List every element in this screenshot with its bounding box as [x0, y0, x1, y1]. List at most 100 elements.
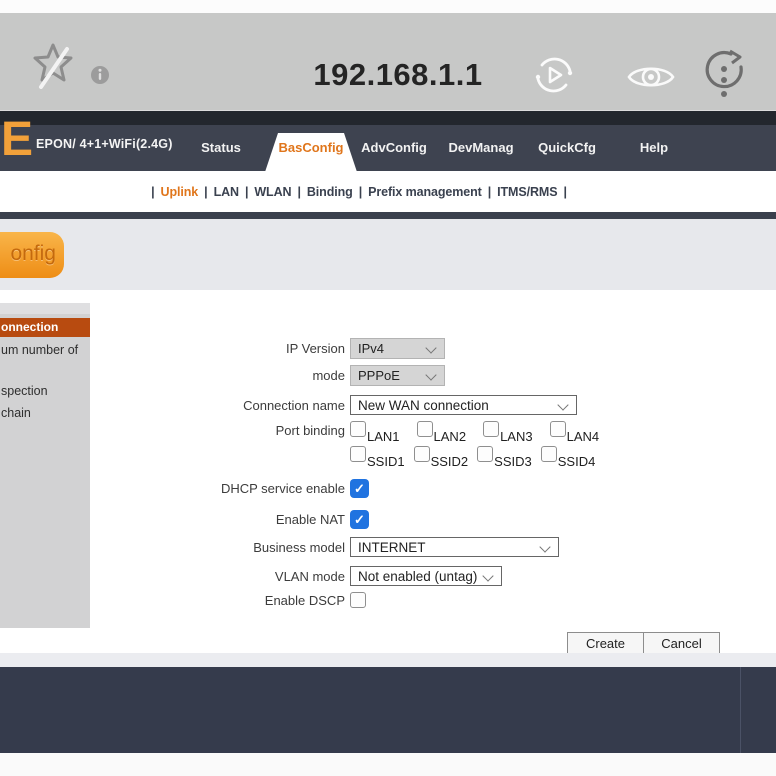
port-binding-option: SSID1: [350, 446, 405, 469]
chevron-down-icon: [557, 399, 568, 410]
separator: |: [488, 185, 491, 199]
router-admin-screen: 192.168.1.1 E EPON/ 4+1+WiFi(2.4G) Statu…: [0, 0, 776, 776]
chevron-down-icon: [482, 570, 493, 581]
cancel-button[interactable]: Cancel: [643, 632, 720, 654]
tab-help[interactable]: Help: [640, 140, 668, 155]
port-binding-option: LAN4: [550, 421, 600, 444]
ip-version-label: IP Version: [0, 341, 350, 356]
tab-quickcfg[interactable]: QuickCfg: [538, 140, 596, 155]
port-binding-option: LAN3: [483, 421, 533, 444]
subnav-item-wlan[interactable]: WLAN: [254, 185, 291, 199]
vlan-mode-label: VLAN mode: [0, 569, 350, 584]
ssid2-label: SSID2: [431, 454, 469, 469]
status-bar-gap: [0, 0, 776, 13]
enable-dscp-checkbox[interactable]: [350, 592, 366, 608]
separator: |: [204, 185, 207, 199]
tab-advconfig[interactable]: AdvConfig: [361, 140, 427, 155]
separator: |: [151, 185, 154, 199]
port-binding-option: SSID4: [541, 446, 596, 469]
port-binding-label: Port binding: [0, 423, 350, 438]
create-button[interactable]: Create: [567, 632, 644, 654]
row-ip-version: IP Version IPv4: [0, 338, 776, 359]
subnav-item-uplink[interactable]: Uplink: [161, 185, 199, 199]
vlan-mode-select[interactable]: Not enabled (untag): [350, 566, 502, 586]
ssid3-checkbox[interactable]: [477, 446, 493, 462]
tab-basconfig[interactable]: BasConfig: [279, 140, 344, 155]
dhcp-service-checkbox[interactable]: [350, 479, 369, 498]
brand-logo: E: [1, 114, 33, 166]
bottom-gap: [0, 753, 776, 776]
ssid1-label: SSID1: [367, 454, 405, 469]
port-binding-option: SSID2: [414, 446, 469, 469]
chevron-down-icon: [425, 369, 436, 380]
business-model-value: INTERNET: [358, 540, 426, 555]
page-header-band: [0, 219, 776, 290]
subnav-item-itms-rms[interactable]: ITMS/RMS: [497, 185, 557, 199]
footer-band: [0, 667, 776, 753]
row-dhcp-service: DHCP service enable: [0, 479, 776, 498]
separator: |: [297, 185, 300, 199]
ip-version-select[interactable]: IPv4: [350, 338, 445, 359]
ssid2-checkbox[interactable]: [414, 446, 430, 462]
content-bottom-strip: [0, 653, 776, 667]
address-bar-url[interactable]: 192.168.1.1: [268, 57, 528, 93]
row-enable-dscp: Enable DSCP: [0, 592, 776, 608]
connection-name-value: New WAN connection: [358, 398, 489, 413]
ssid3-label: SSID3: [494, 454, 532, 469]
video-refresh-icon[interactable]: [530, 51, 578, 99]
eye-reader-icon[interactable]: [626, 61, 676, 93]
enable-dscp-label: Enable DSCP: [0, 593, 350, 608]
subnav-breadcrumb: | Uplink | LAN | WLAN | Binding | Prefix…: [0, 171, 776, 212]
enable-nat-label: Enable NAT: [0, 512, 350, 527]
section-divider: [0, 212, 776, 219]
connection-name-select[interactable]: New WAN connection: [350, 395, 577, 415]
port-binding-option: LAN2: [417, 421, 467, 444]
business-model-select[interactable]: INTERNET: [350, 537, 559, 557]
enable-nat-checkbox[interactable]: [350, 510, 369, 529]
ssid4-checkbox[interactable]: [541, 446, 557, 462]
row-enable-nat: Enable NAT: [0, 510, 776, 529]
info-icon[interactable]: [90, 65, 110, 85]
tab-status[interactable]: Status: [201, 140, 241, 155]
mode-select[interactable]: PPPoE: [350, 365, 445, 386]
device-model-label: EPON/ 4+1+WiFi(2.4G): [36, 137, 173, 151]
subnav-item-lan[interactable]: LAN: [214, 185, 239, 199]
mode-value: PPPoE: [358, 368, 400, 383]
connection-name-label: Connection name: [0, 398, 350, 413]
ip-version-value: IPv4: [358, 341, 384, 356]
lan3-checkbox[interactable]: [483, 421, 499, 437]
ssid1-checkbox[interactable]: [350, 446, 366, 462]
row-vlan-mode: VLAN mode Not enabled (untag): [0, 566, 776, 586]
dhcp-service-label: DHCP service enable: [0, 481, 350, 496]
form-actions: Create Cancel: [0, 632, 776, 654]
row-port-binding-ssid: SSID1 SSID2 SSID3 SSID4: [0, 446, 776, 469]
subnav-item-prefix-management[interactable]: Prefix management: [368, 185, 482, 199]
separator: |: [563, 185, 566, 199]
business-model-label: Business model: [0, 540, 350, 555]
vlan-mode-value: Not enabled (untag): [358, 569, 477, 584]
mode-label: mode: [0, 368, 350, 383]
lan2-checkbox[interactable]: [417, 421, 433, 437]
lan3-label: LAN3: [500, 429, 533, 444]
refresh-icon[interactable]: [704, 49, 746, 99]
row-connection-name: Connection name New WAN connection: [0, 395, 776, 415]
separator: |: [245, 185, 248, 199]
subnav-item-binding[interactable]: Binding: [307, 185, 353, 199]
browser-toolbar: 192.168.1.1: [0, 13, 776, 110]
bookmark-star-slash-icon[interactable]: [31, 41, 75, 89]
tab-devmanag[interactable]: DevManag: [448, 140, 513, 155]
lan4-checkbox[interactable]: [550, 421, 566, 437]
chevron-down-icon: [425, 342, 436, 353]
config-page-button[interactable]: onfig: [0, 232, 64, 278]
lan1-label: LAN1: [367, 429, 400, 444]
port-binding-option: SSID3: [477, 446, 532, 469]
lan2-label: LAN2: [434, 429, 467, 444]
lan1-checkbox[interactable]: [350, 421, 366, 437]
chevron-down-icon: [539, 541, 550, 552]
port-binding-option: LAN1: [350, 421, 400, 444]
nav-top-strip: [0, 110, 776, 125]
separator: |: [359, 185, 362, 199]
row-mode: mode PPPoE: [0, 365, 776, 386]
lan4-label: LAN4: [567, 429, 600, 444]
ssid4-label: SSID4: [558, 454, 596, 469]
